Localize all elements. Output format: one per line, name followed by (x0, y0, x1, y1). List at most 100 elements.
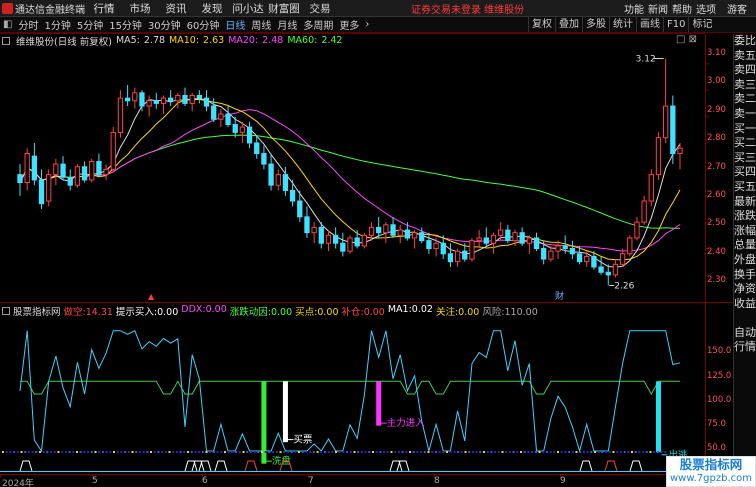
sidebar-item[interactable]: 卖五 (734, 49, 756, 64)
sidebar-item[interactable]: 最新 (734, 195, 756, 210)
signal-dot (353, 451, 356, 453)
sidebar-item[interactable]: 总量 (734, 238, 756, 253)
candle-body (124, 97, 131, 102)
signal-dot (76, 451, 78, 453)
sidebar-item[interactable]: 净资 (734, 282, 756, 297)
candle-body (96, 160, 102, 176)
indicator-box-icon[interactable] (2, 306, 10, 315)
signal-dot (90, 451, 93, 453)
pattern-marker (244, 460, 258, 472)
sidebar-item[interactable]: 外盘 (734, 253, 756, 268)
signal-dot (564, 451, 567, 453)
signal-dot (301, 451, 304, 453)
signal-dot (64, 451, 67, 453)
candle-body (203, 97, 210, 107)
y-tick: 2.80 (707, 133, 726, 143)
candle-body (361, 234, 367, 247)
signal-dot (553, 451, 556, 453)
candle-body (519, 232, 525, 244)
signal-dot (179, 451, 182, 453)
candle-body (447, 253, 454, 263)
signal-dot (127, 451, 130, 453)
candle-body (81, 166, 88, 181)
y-tick: 2.60 (707, 190, 726, 200)
signal-dot (427, 451, 430, 453)
signal-dot (5, 451, 8, 453)
candle-body (153, 100, 159, 104)
candle-body (46, 174, 52, 202)
candle-body (663, 105, 669, 139)
signal-dot (442, 451, 445, 453)
risk-line (20, 380, 680, 396)
sidebar-item[interactable]: 卖三 (734, 78, 756, 93)
signal-dot (608, 451, 611, 453)
signal-dot (638, 451, 641, 453)
y-tick: 75.0 (707, 419, 726, 429)
signal-dot (264, 451, 267, 453)
sidebar-item[interactable]: 卖四 (734, 63, 756, 78)
sidebar-item[interactable]: 涨跌 (734, 209, 756, 224)
signal-dot (142, 451, 145, 453)
signal-dot (420, 451, 423, 453)
candle-body (31, 155, 37, 181)
signal-dot (423, 451, 426, 453)
signal-dot (323, 451, 326, 453)
signal-dot (198, 451, 201, 453)
signal-dot (401, 451, 404, 453)
signal-dot (235, 451, 238, 453)
indicator-item: 提示买入:0.00 (115, 306, 179, 318)
main-in-label: 主力进入 (387, 417, 426, 429)
sidebar-item[interactable] (734, 311, 756, 326)
candle-body (555, 245, 561, 252)
signal-dot (582, 451, 585, 453)
signal-dot (383, 451, 386, 453)
indicator-items: 做空:14.31 提示买入:0.00 DDX:0.00 涨跌动因:0.00 买点:0.0… (64, 304, 538, 317)
signal-dot (338, 451, 341, 453)
signal-dot (124, 451, 127, 453)
sidebar-item[interactable]: 买五 (734, 180, 756, 195)
signal-dot (594, 451, 596, 453)
candle-body (655, 137, 662, 176)
signal-dot (268, 451, 271, 453)
signal-dot (209, 451, 212, 453)
signal-dot (516, 451, 519, 453)
candle-body (419, 232, 425, 242)
signal-dot (294, 451, 297, 453)
sidebar-item[interactable]: 买一 (734, 122, 756, 137)
pattern-marker (604, 460, 618, 472)
signal-dot (523, 451, 526, 453)
candle-body (60, 163, 66, 178)
candle-body (648, 174, 654, 202)
sidebar-item[interactable]: 卖二 (734, 92, 756, 107)
signal-dot (446, 451, 448, 453)
signal-dot (656, 451, 659, 453)
signal-dot (479, 451, 482, 453)
signal-dot (187, 451, 189, 453)
sidebar-item[interactable]: 自动 (734, 326, 756, 341)
candle-body (17, 174, 23, 184)
signal-dot (201, 451, 204, 453)
sidebar-item[interactable]: 买二 (734, 136, 756, 151)
candle-body (612, 263, 619, 276)
sidebar-item[interactable]: 买四 (734, 165, 756, 180)
signal-dot (257, 451, 260, 453)
sidebar-item[interactable]: 收益 (734, 297, 756, 312)
sidebar-item[interactable]: 卖一 (734, 107, 756, 122)
sidebar-item[interactable]: 买三 (734, 151, 756, 166)
signal-dot (194, 451, 197, 453)
signal-dot (272, 451, 275, 453)
y-tick: 2.40 (707, 247, 726, 257)
sidebar-item[interactable]: 涨幅 (734, 224, 756, 239)
signal-dot (190, 451, 193, 453)
candle-body (454, 250, 461, 263)
signal-dot (205, 451, 208, 453)
signal-dot (31, 451, 34, 453)
sidebar-item[interactable]: 委比 (734, 34, 756, 49)
signal-dot (346, 451, 349, 453)
kline-chart[interactable]: 3.122.26财▲洗盘买票主力进入出逃 (0, 0, 733, 487)
signal-dot (590, 451, 593, 453)
sidebar-item[interactable]: 换手 (734, 268, 756, 283)
signal-dot (549, 451, 552, 453)
signal-dot (68, 451, 71, 453)
sidebar-item[interactable]: 行情 (734, 340, 756, 355)
